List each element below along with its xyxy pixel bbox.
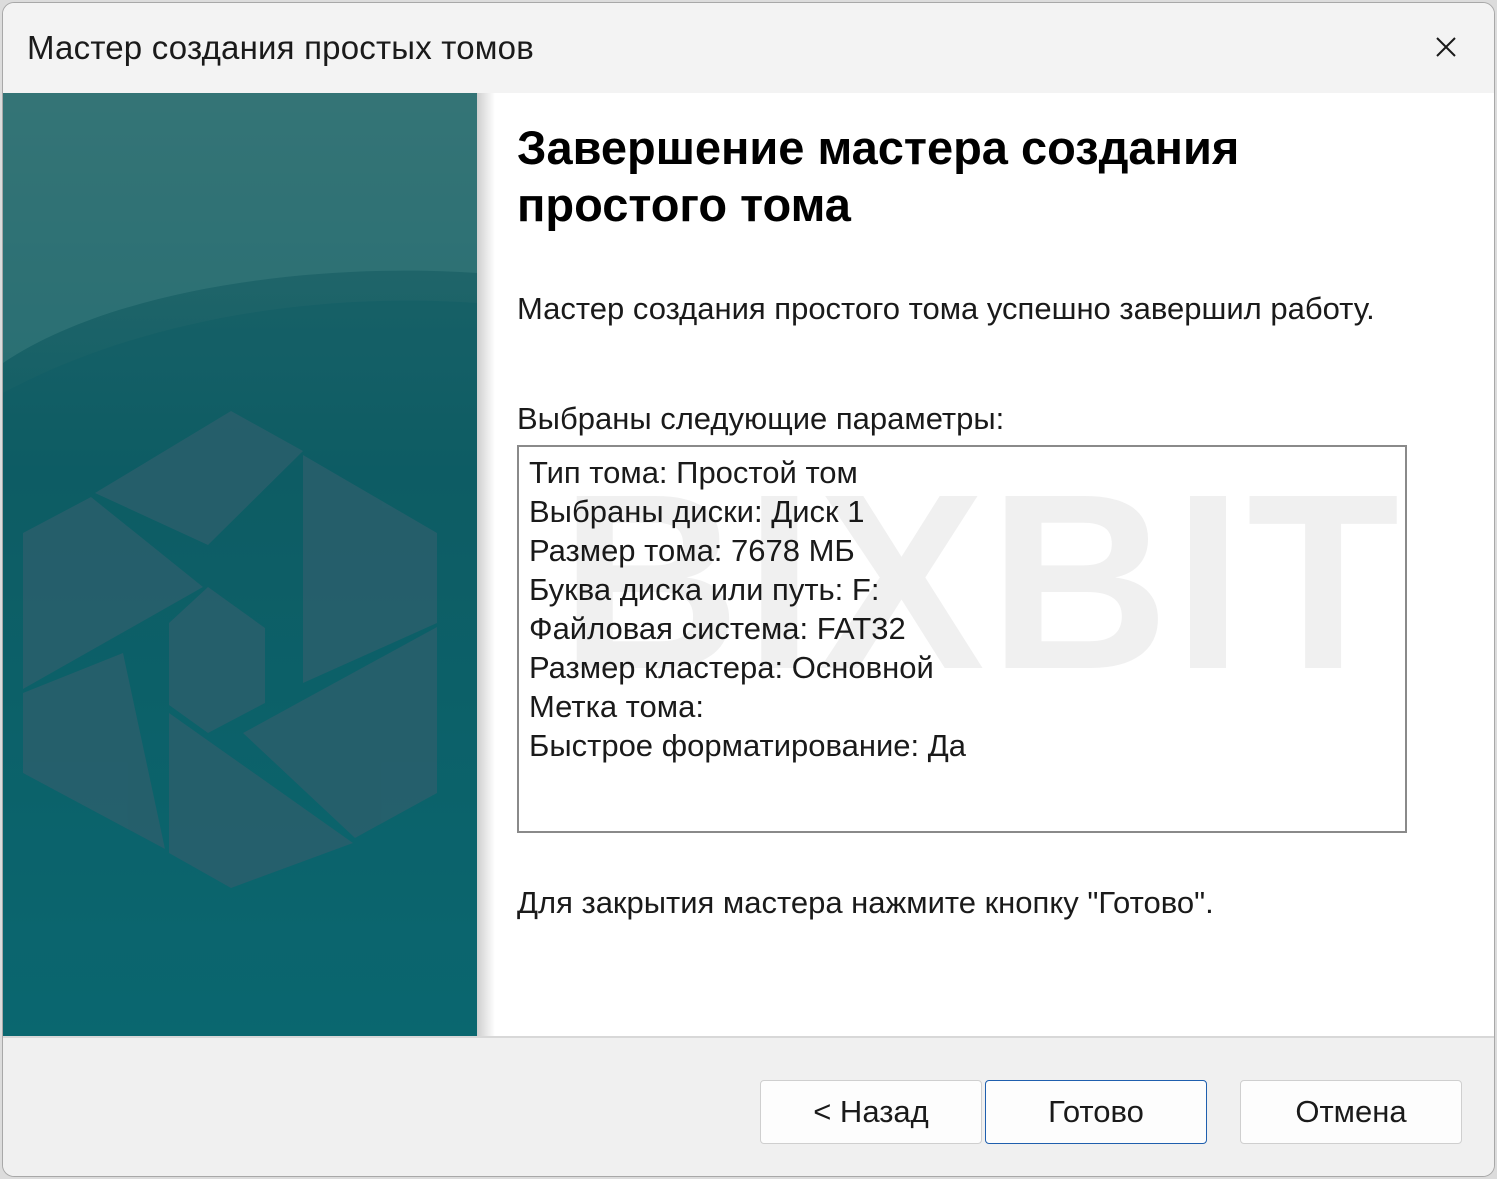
title-bar: Мастер создания простых томов	[3, 3, 1494, 93]
back-button[interactable]: < Назад	[760, 1080, 982, 1144]
wizard-side-banner	[3, 93, 477, 1036]
param-file-system: Файловая система: FAT32	[529, 611, 906, 646]
param-volume-type: Тип тома: Простой том	[529, 455, 858, 490]
window-title: Мастер создания простых томов	[27, 29, 534, 66]
page-heading: Завершение мастера создания простого том…	[517, 121, 1240, 231]
close-button[interactable]	[1416, 21, 1476, 73]
button-bar: < Назад Готово Отмена	[3, 1036, 1494, 1176]
params-list-box[interactable]: Тип тома: Простой том Выбраны диски: Дис…	[517, 445, 1407, 833]
success-text: Мастер создания простого тома успешно за…	[517, 291, 1375, 326]
close-icon	[1436, 37, 1456, 57]
params-list: Тип тома: Простой том Выбраны диски: Дис…	[519, 447, 1405, 771]
banner-shadow	[477, 93, 495, 1036]
param-quick-format: Быстрое форматирование: Да	[529, 728, 967, 763]
param-volume-label: Метка тома:	[529, 689, 704, 724]
finish-button[interactable]: Готово	[985, 1080, 1207, 1144]
param-volume-size: Размер тома: 7678 МБ	[529, 533, 855, 568]
wizard-window: Мастер создания простых томов Завершение…	[2, 2, 1495, 1177]
banner-graphic	[3, 93, 477, 1036]
param-drive-letter: Буква диска или путь: F:	[529, 572, 880, 607]
param-cluster-size: Размер кластера: Основной	[529, 650, 934, 685]
params-label: Выбраны следующие параметры:	[517, 401, 1005, 436]
param-selected-disks: Выбраны диски: Диск 1	[529, 494, 865, 529]
finish-hint: Для закрытия мастера нажмите кнопку "Гот…	[517, 885, 1214, 920]
cancel-button[interactable]: Отмена	[1240, 1080, 1462, 1144]
wizard-content: Завершение мастера создания простого том…	[3, 93, 1494, 1036]
